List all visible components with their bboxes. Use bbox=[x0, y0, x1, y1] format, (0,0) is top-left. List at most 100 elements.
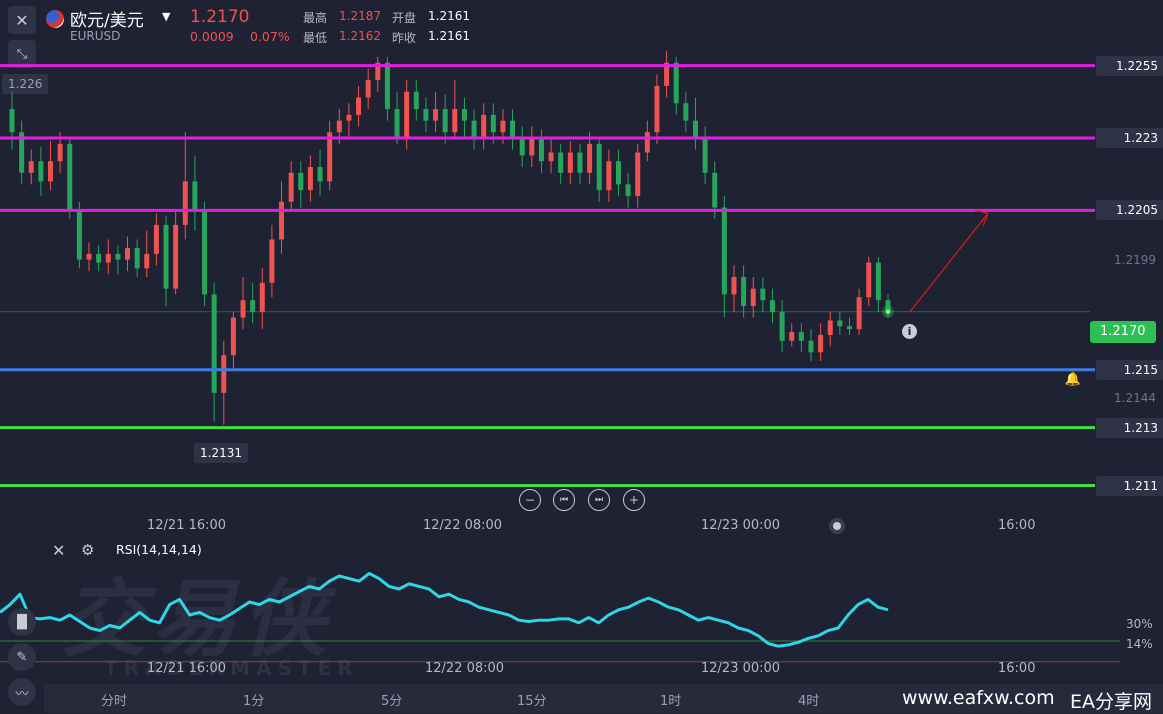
timeframe-1m[interactable]: 1分 bbox=[243, 690, 264, 709]
candle-body bbox=[269, 239, 275, 283]
candle-body bbox=[115, 253, 121, 260]
low-marker-tag: 1.2131 bbox=[194, 443, 248, 463]
skip-forward-icon: ⏭ bbox=[594, 495, 604, 505]
candle-body bbox=[57, 143, 63, 162]
candle-body bbox=[298, 172, 304, 191]
timeframe-5m[interactable]: 5分 bbox=[381, 690, 402, 709]
candle-body bbox=[635, 152, 641, 196]
candle-body bbox=[327, 132, 333, 182]
candle-body bbox=[596, 143, 602, 191]
candle-body bbox=[683, 103, 689, 121]
annotation-arrow bbox=[909, 212, 989, 313]
candle-body bbox=[818, 334, 824, 353]
candle-body bbox=[288, 172, 294, 202]
candle-body bbox=[144, 253, 150, 269]
candle-body bbox=[202, 210, 208, 295]
plus-icon: + bbox=[628, 493, 640, 507]
candle-body bbox=[538, 138, 544, 162]
site-watermark: www.eafxw.com bbox=[902, 687, 1055, 709]
rsi-line bbox=[0, 571, 889, 648]
indicator-tool-button[interactable]: ▐▌ bbox=[8, 608, 36, 636]
candle-body bbox=[192, 181, 198, 211]
draw-tool-button[interactable]: ✎ bbox=[8, 643, 36, 671]
rsi-time-label-2: 12/22 08:00 bbox=[425, 661, 505, 676]
site-watermark-cn: EA分享网 bbox=[1070, 691, 1153, 713]
timeframe-tick[interactable]: 分时 bbox=[101, 690, 127, 709]
crosshair-dot-icon[interactable] bbox=[829, 518, 845, 534]
candle-body bbox=[808, 340, 814, 353]
candle-body bbox=[510, 120, 516, 139]
candle-body bbox=[866, 262, 872, 298]
candle-body bbox=[760, 288, 766, 301]
scroll-start-button[interactable]: ⏮ bbox=[553, 489, 575, 511]
line-tool-button[interactable]: 〰 bbox=[8, 678, 36, 706]
candle-body bbox=[404, 91, 410, 139]
candle-body bbox=[702, 138, 708, 173]
candle-body bbox=[163, 224, 169, 289]
zoom-out-button[interactable]: − bbox=[519, 489, 541, 511]
candle-body bbox=[741, 277, 747, 306]
candle-body bbox=[279, 201, 285, 240]
candle-body bbox=[856, 297, 862, 330]
candle-body bbox=[577, 152, 583, 173]
candle-body bbox=[153, 224, 159, 254]
candle-body bbox=[673, 62, 679, 104]
candle-body bbox=[28, 161, 34, 173]
candle-body bbox=[211, 294, 217, 393]
annotation-arrow-head bbox=[974, 209, 989, 227]
candle-body bbox=[394, 109, 400, 139]
rsi-chart[interactable] bbox=[0, 540, 1163, 680]
candle-body bbox=[240, 300, 246, 318]
candle-body bbox=[173, 224, 179, 289]
candle-body bbox=[606, 161, 612, 191]
candle-body bbox=[221, 355, 227, 393]
candle-body bbox=[769, 300, 775, 312]
grey-tick-2: 1.2144 bbox=[1114, 391, 1156, 405]
time-label-4: 16:00 bbox=[998, 518, 1036, 533]
candle-body bbox=[307, 166, 313, 191]
candle-body bbox=[134, 248, 140, 269]
line-chart-icon: 〰 bbox=[15, 686, 29, 702]
candle-body bbox=[798, 332, 804, 341]
scroll-end-button[interactable]: ⏭ bbox=[588, 489, 610, 511]
rsi-time-label-4: 16:00 bbox=[998, 661, 1036, 676]
rsi-time-label-1: 12/21 16:00 bbox=[147, 661, 227, 676]
candle-body bbox=[86, 253, 92, 260]
timeframe-15m[interactable]: 15分 bbox=[517, 690, 547, 709]
candle-body bbox=[750, 288, 756, 306]
candle-body bbox=[471, 120, 477, 139]
bell-icon[interactable]: 🔔 bbox=[1064, 372, 1082, 390]
candle-body bbox=[9, 109, 15, 133]
timeframe-4h[interactable]: 4时 bbox=[798, 690, 819, 709]
level-tag: 1.211 bbox=[1096, 475, 1163, 496]
candle-body bbox=[67, 143, 73, 211]
rsi-level-30: 30% bbox=[1126, 617, 1153, 631]
current-price-tag: 1.2170 bbox=[1090, 321, 1156, 343]
bars-icon: ▐▌ bbox=[12, 614, 32, 630]
candle-body bbox=[519, 138, 525, 156]
candle-body bbox=[48, 161, 54, 182]
candle-body bbox=[38, 161, 44, 182]
candle-body bbox=[712, 172, 718, 208]
candlestick-chart[interactable] bbox=[0, 0, 1163, 500]
info-icon[interactable]: i bbox=[902, 324, 917, 339]
candle-body bbox=[789, 332, 795, 341]
timeframe-1h[interactable]: 1时 bbox=[660, 690, 681, 709]
candle-body bbox=[587, 143, 593, 173]
candle-body bbox=[721, 207, 727, 295]
candle-body bbox=[500, 120, 506, 133]
candle-body bbox=[827, 320, 833, 335]
time-label-2: 12/22 08:00 bbox=[423, 518, 503, 533]
candle-body bbox=[837, 320, 843, 327]
candle-body bbox=[346, 114, 352, 121]
candle-body bbox=[644, 132, 650, 153]
zoom-in-button[interactable]: + bbox=[623, 489, 645, 511]
candle-body bbox=[846, 326, 852, 330]
level-tag: 1.223 bbox=[1096, 128, 1163, 149]
rsi-level-14: 14% bbox=[1126, 637, 1153, 651]
candle-body bbox=[423, 109, 429, 121]
candle-body bbox=[654, 85, 660, 133]
level-tag: 1.213 bbox=[1096, 417, 1163, 438]
candle-body bbox=[336, 120, 342, 133]
candle-body bbox=[490, 114, 496, 133]
